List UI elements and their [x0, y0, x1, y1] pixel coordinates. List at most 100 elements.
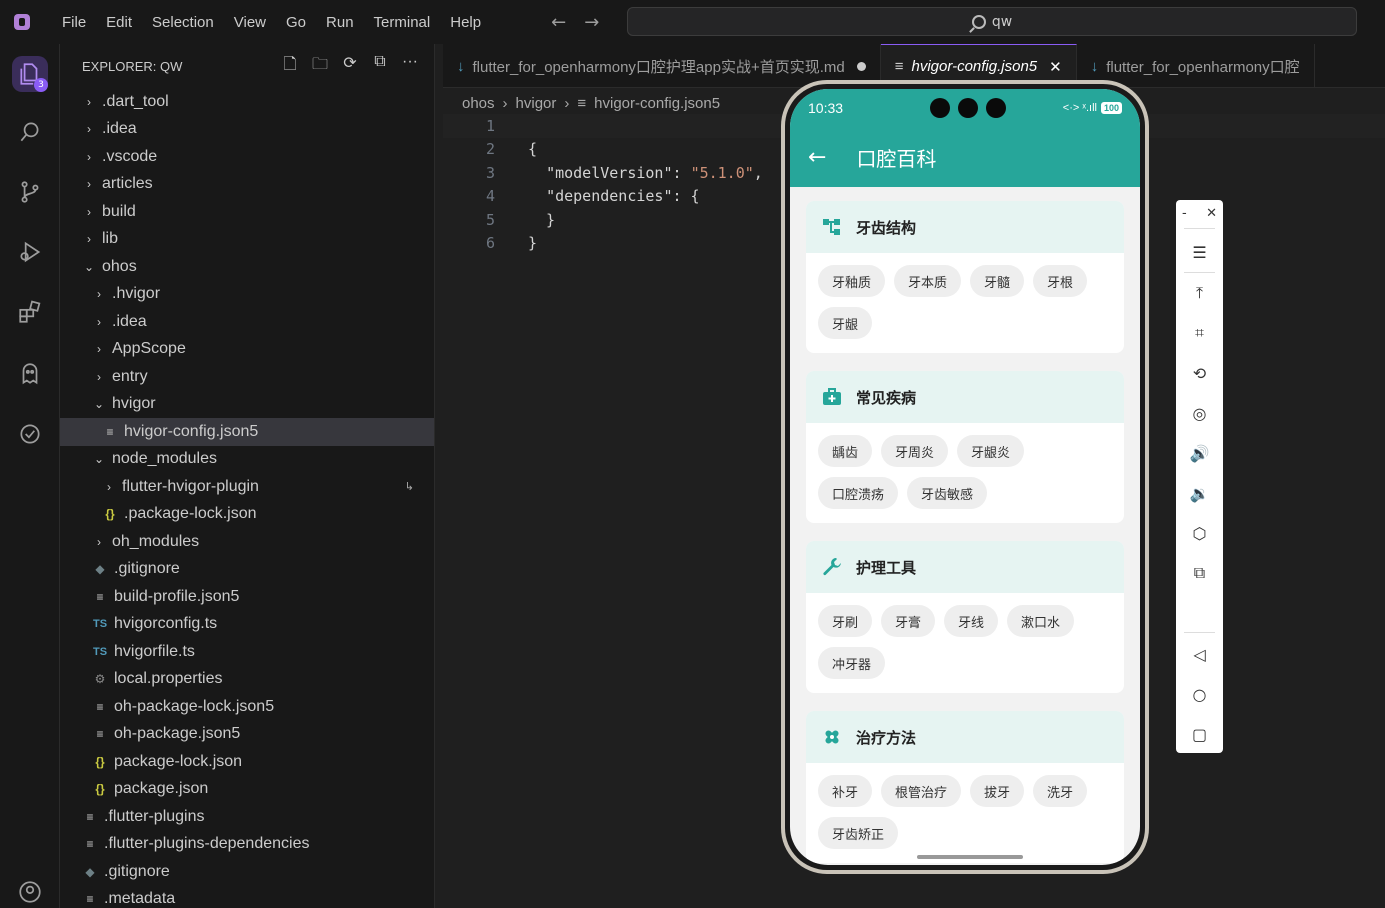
topic-chip[interactable]: 牙龈 — [818, 307, 873, 339]
topic-chip[interactable]: 牙齿敏感 — [907, 477, 988, 509]
search-view-icon[interactable] — [12, 114, 48, 150]
tree-item[interactable]: › AppScope — [60, 336, 434, 364]
tree-item[interactable]: › .dart_tool — [60, 88, 434, 116]
tree-item-label: oh-package-lock.json5 — [114, 697, 275, 715]
pin-top-icon[interactable]: ⤒ — [1176, 278, 1223, 308]
tree-item[interactable]: {} .package-lock.json — [60, 501, 434, 529]
run-debug-icon[interactable] — [12, 234, 48, 270]
close-tab-icon[interactable]: ✕ — [1049, 58, 1062, 76]
tree-item[interactable]: TS hvigorfile.ts — [60, 638, 434, 666]
tree-item[interactable]: ⚙ local.properties — [60, 666, 434, 694]
tree-item[interactable]: ⌄ node_modules — [60, 446, 434, 474]
tree-item[interactable]: TS hvigorconfig.ts — [60, 611, 434, 639]
menu-file[interactable]: File — [52, 14, 96, 31]
tree-item[interactable]: ≡ .flutter-plugins — [60, 803, 434, 831]
breadcrumb-item[interactable]: hvigor — [516, 95, 557, 112]
fold-icon[interactable]: ⬡ — [1176, 518, 1223, 548]
topic-chip[interactable]: 牙根 — [1033, 265, 1088, 297]
tree-item[interactable]: › flutter-hvigor-plugin ↳ — [60, 473, 434, 501]
collapse-all-icon[interactable]: ⧉ — [370, 53, 390, 80]
account-icon[interactable] — [12, 874, 48, 908]
topic-chip[interactable]: 牙釉质 — [818, 265, 886, 297]
topic-chip[interactable]: 补牙 — [818, 775, 873, 807]
menu-icon[interactable]: ☰ — [1176, 237, 1223, 267]
tree-item[interactable]: › .idea — [60, 116, 434, 144]
chevron-down-icon: ⌄ — [83, 259, 95, 274]
topic-chip[interactable]: 牙髓 — [970, 265, 1025, 297]
breadcrumb-item[interactable]: ohos — [462, 95, 495, 112]
tree-item[interactable]: › build — [60, 198, 434, 226]
tree-item[interactable]: ≡ oh-package.json5 — [60, 721, 434, 749]
extensions-icon[interactable] — [12, 294, 48, 330]
rotate-icon[interactable]: ⟲ — [1176, 358, 1223, 388]
tree-item[interactable]: › lib — [60, 226, 434, 254]
minimize-button[interactable]: - — [1182, 206, 1187, 221]
nav-recents-icon[interactable]: ▢ — [1176, 719, 1223, 749]
forward-arrow-icon[interactable]: → — [584, 12, 599, 33]
home-indicator[interactable] — [917, 855, 1023, 859]
tree-item[interactable]: ⌄ hvigor — [60, 391, 434, 419]
back-arrow-icon[interactable]: ← — [808, 145, 826, 170]
topic-chip[interactable]: 牙周炎 — [881, 435, 949, 467]
topic-chip[interactable]: 龋齿 — [818, 435, 873, 467]
new-folder-icon[interactable]: 🗀 — [310, 53, 330, 80]
menu-view[interactable]: View — [224, 14, 276, 31]
code-text: "dependencies": { — [546, 187, 700, 206]
tree-item[interactable]: › articles — [60, 171, 434, 199]
topic-chip[interactable]: 洗牙 — [1033, 775, 1088, 807]
topic-chip[interactable]: 拔牙 — [970, 775, 1025, 807]
tree-item[interactable]: ⌄ ohos — [60, 253, 434, 281]
crop-icon[interactable]: ⌗ — [1176, 318, 1223, 348]
topic-chip[interactable]: 牙龈炎 — [957, 435, 1025, 467]
copilot-icon[interactable] — [12, 356, 48, 392]
new-file-icon[interactable]: 🗋 — [280, 53, 300, 80]
refresh-icon[interactable]: ⟳ — [340, 53, 360, 80]
nav-home-icon[interactable]: ○ — [1176, 679, 1223, 709]
tree-item[interactable]: › .hvigor — [60, 281, 434, 309]
breadcrumb: ohos › hvigor › ≡ hvigor-config.json5 — [462, 92, 720, 114]
topic-chip[interactable]: 根管治疗 — [881, 775, 962, 807]
back-arrow-icon[interactable]: ← — [551, 12, 566, 33]
menu-go[interactable]: Go — [276, 14, 316, 31]
close-button[interactable]: ✕ — [1206, 206, 1217, 221]
tree-item[interactable]: {} package.json — [60, 776, 434, 804]
source-control-icon[interactable] — [12, 174, 48, 210]
tree-item[interactable]: ◆ .gitignore — [60, 858, 434, 886]
explorer-icon[interactable]: 3 — [12, 56, 48, 92]
menu-terminal[interactable]: Terminal — [364, 14, 441, 31]
battery-icon: 100 — [1100, 102, 1122, 114]
topic-chip[interactable]: 牙刷 — [818, 605, 873, 637]
breadcrumb-item[interactable]: hvigor-config.json5 — [594, 95, 720, 112]
power-icon[interactable]: ◎ — [1176, 398, 1223, 428]
tree-item[interactable]: › .vscode — [60, 143, 434, 171]
menu-help[interactable]: Help — [440, 14, 491, 31]
topic-chip[interactable]: 牙线 — [944, 605, 999, 637]
topic-chip[interactable]: 牙齿矫正 — [818, 817, 899, 849]
nav-back-icon[interactable]: ◁ — [1176, 639, 1223, 669]
topic-chip[interactable]: 牙膏 — [881, 605, 936, 637]
tree-item[interactable]: ≡ hvigor-config.json5 — [60, 418, 434, 446]
menu-run[interactable]: Run — [316, 14, 364, 31]
tree-item[interactable]: › entry — [60, 363, 434, 391]
topic-chip[interactable]: 口腔溃疡 — [818, 477, 899, 509]
remote-icon[interactable] — [12, 416, 48, 452]
volume-down-icon[interactable]: 🔉 — [1176, 478, 1223, 508]
menu-selection[interactable]: Selection — [142, 14, 224, 31]
tree-item[interactable]: › oh_modules — [60, 528, 434, 556]
unsaved-dot-icon[interactable] — [856, 61, 866, 71]
more-actions-icon[interactable]: ··· — [400, 53, 420, 80]
multi-device-icon[interactable]: ⧉ — [1176, 558, 1223, 588]
tree-item[interactable]: ◆ .gitignore — [60, 556, 434, 584]
tree-item[interactable]: ≡ build-profile.json5 — [60, 583, 434, 611]
tree-item[interactable]: ≡ oh-package-lock.json5 — [60, 693, 434, 721]
volume-up-icon[interactable]: 🔊 — [1176, 438, 1223, 468]
topic-chip[interactable]: 冲牙器 — [818, 647, 886, 679]
tree-item[interactable]: {} package-lock.json — [60, 748, 434, 776]
tree-item[interactable]: ≡ .metadata — [60, 886, 434, 908]
topic-chip[interactable]: 牙本质 — [894, 265, 962, 297]
topic-chip[interactable]: 漱口水 — [1007, 605, 1075, 637]
tree-item[interactable]: › .idea — [60, 308, 434, 336]
tree-item[interactable]: ≡ .flutter-plugins-dependencies — [60, 831, 434, 859]
menu-edit[interactable]: Edit — [96, 14, 142, 31]
command-center-search[interactable]: qw — [627, 7, 1357, 36]
